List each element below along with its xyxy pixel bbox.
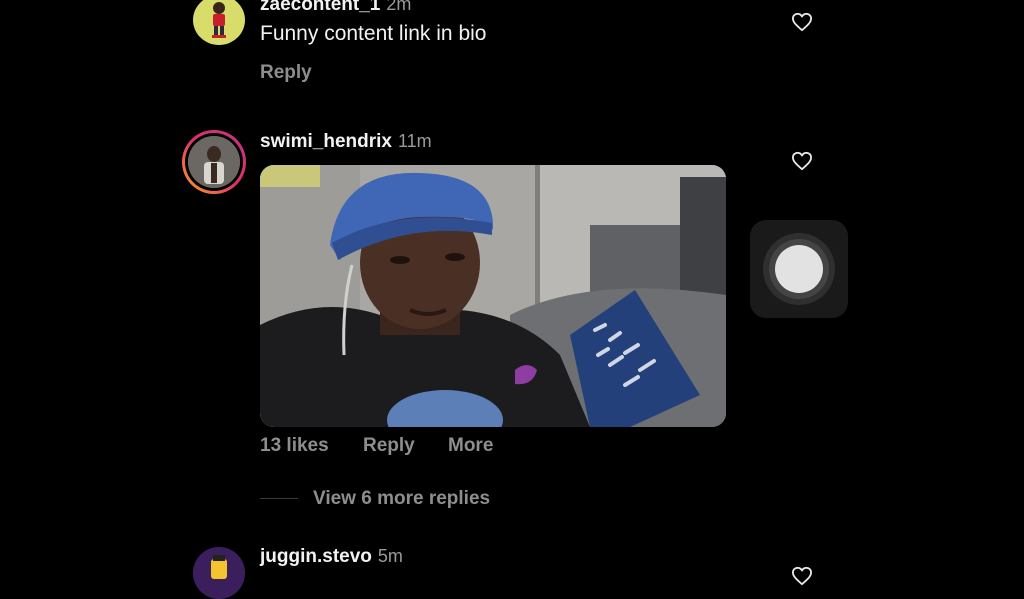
avatar: [188, 136, 240, 188]
avatar-character-icon: [193, 547, 245, 599]
heart-outline-icon[interactable]: [791, 12, 813, 32]
more-button[interactable]: More: [448, 435, 493, 457]
view-more-replies-button[interactable]: View 6 more replies: [313, 488, 490, 510]
username[interactable]: juggin.stevo: [260, 546, 372, 567]
assistive-touch-button[interactable]: [750, 220, 848, 318]
gif-attachment[interactable]: [260, 165, 726, 427]
likes-count[interactable]: 13 likes: [260, 435, 329, 457]
comment-header: zaecontent_1 2m: [260, 0, 411, 16]
timestamp: 5m: [377, 546, 403, 566]
timestamp: 2m: [386, 0, 412, 14]
avatar-story-ring[interactable]: [182, 130, 246, 194]
comment-header: swimi_hendrix 11m: [260, 131, 432, 153]
gif-image: [260, 165, 726, 427]
heart-outline-icon[interactable]: [791, 566, 813, 586]
assistive-touch-knob: [775, 245, 823, 293]
avatar-photo-icon: [188, 136, 240, 188]
avatar-ring-gap: [185, 133, 243, 191]
reply-button[interactable]: Reply: [363, 435, 415, 457]
replies-divider: [260, 498, 298, 499]
avatar[interactable]: [193, 547, 245, 599]
comment-text: Funny content link in bio: [260, 22, 487, 45]
username[interactable]: zaecontent_1: [260, 0, 380, 15]
username[interactable]: swimi_hendrix: [260, 131, 392, 152]
comment-header: juggin.stevo 5m: [260, 546, 403, 568]
reply-button[interactable]: Reply: [260, 62, 312, 84]
heart-outline-icon[interactable]: [791, 151, 813, 171]
avatar[interactable]: [193, 0, 245, 45]
avatar-character-icon: [212, 2, 226, 38]
timestamp: 11m: [398, 131, 432, 151]
